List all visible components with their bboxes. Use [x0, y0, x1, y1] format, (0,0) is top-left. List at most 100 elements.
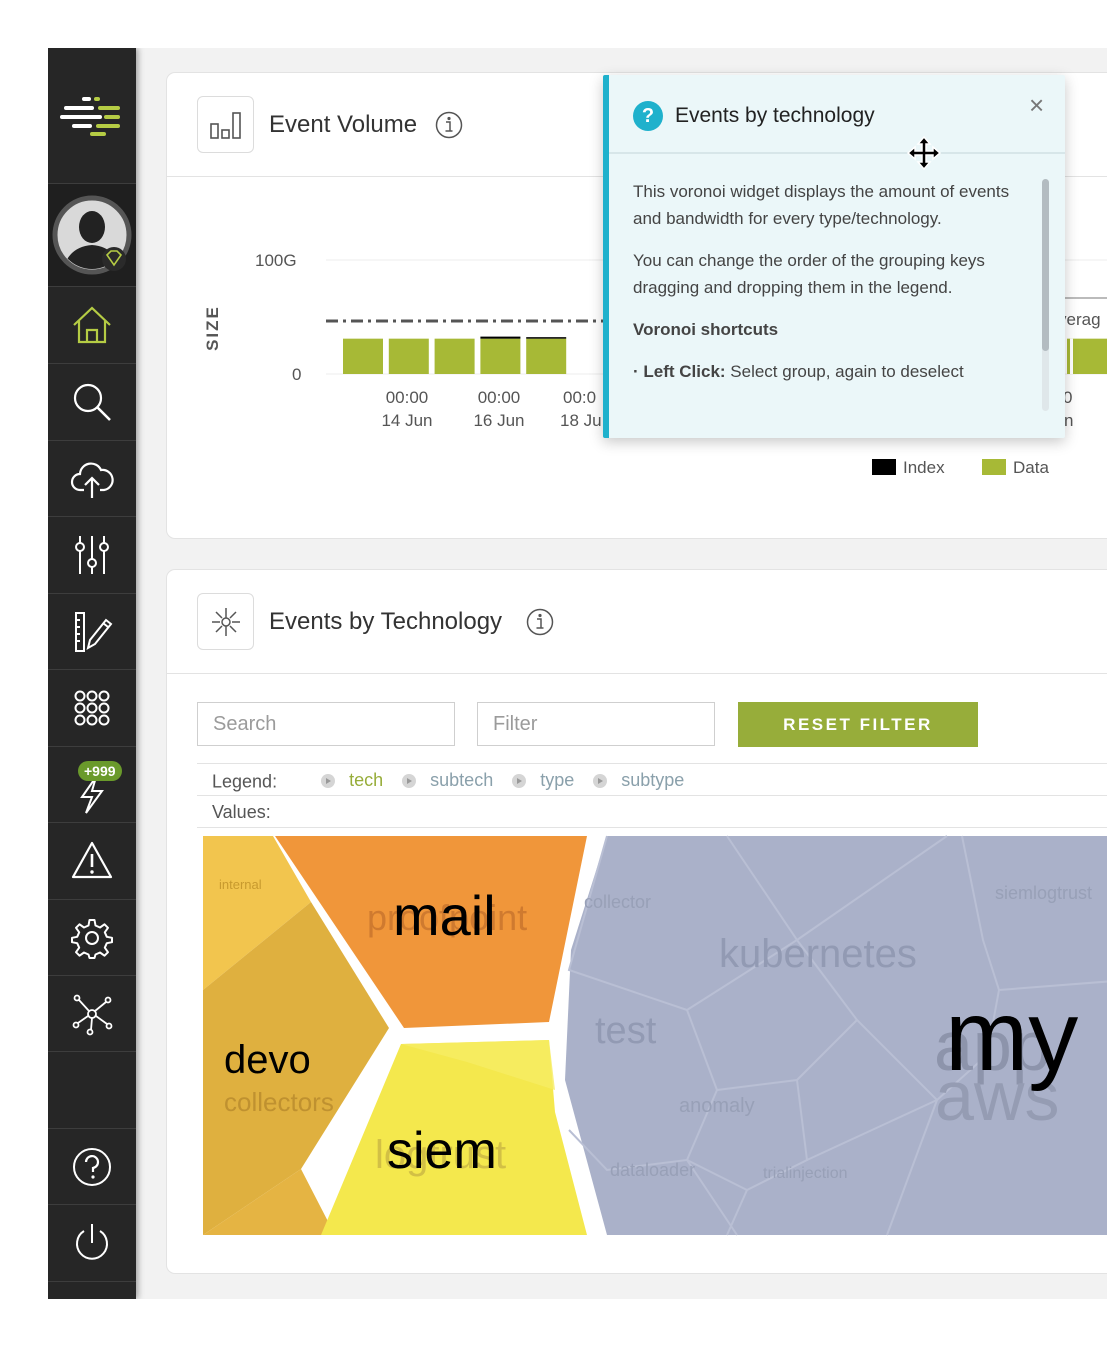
reset-filter-button[interactable]: RESET FILTER [738, 702, 978, 747]
x-tick-date: 14 Jun [381, 411, 432, 430]
label-dataloader: dataloader [610, 1160, 695, 1180]
label-collectors: collectors [224, 1087, 334, 1117]
tooltip-paragraph: You can change the order of the grouping… [633, 251, 985, 297]
label-my: my [945, 980, 1078, 1092]
events-by-technology-widget: Events by Technology RESET FILTER Legend… [167, 570, 1107, 1273]
sidebar-spacer [48, 1052, 136, 1129]
close-icon[interactable]: × [1029, 90, 1044, 121]
sidebar-item-home[interactable] [48, 287, 136, 364]
values-label: Values: [212, 802, 271, 822]
shortcut-desc: Select group, again to deselect [725, 362, 964, 381]
legend-key-subtype[interactable]: subtype [593, 764, 684, 797]
label-test: test [595, 1010, 657, 1052]
label-siem: siem [387, 1122, 497, 1180]
app-logo[interactable] [48, 48, 136, 184]
x-tick-date: 18 Ju [560, 411, 602, 430]
sidebar-item-alerts[interactable]: +999 [48, 747, 136, 823]
warning-icon [71, 841, 113, 879]
label-mail: mail [393, 884, 496, 947]
bar-data[interactable] [480, 338, 521, 374]
bar-data[interactable] [526, 338, 567, 374]
sidebar-item-apps[interactable] [48, 670, 136, 747]
drag-handle-icon [402, 773, 417, 788]
scrollbar-thumb[interactable] [1042, 179, 1049, 351]
legend-key-subtech[interactable]: subtech [402, 764, 493, 797]
move-cursor-icon [906, 135, 942, 171]
drag-handle-icon [321, 773, 336, 788]
sidebar-item-help[interactable] [48, 1129, 136, 1205]
bar-chart-icon [197, 96, 254, 153]
x-tick-time: 00:00 [478, 388, 521, 407]
sidebar-item-network[interactable] [48, 976, 136, 1052]
legend-swatch-index [872, 459, 896, 475]
events-by-tech-header: Events by Technology [167, 570, 1107, 674]
chart-legend: Index Data [872, 458, 1049, 477]
label-trialinjection: trialinjection [763, 1165, 847, 1182]
tooltip-body: This voronoi widget displays the amount … [633, 178, 1029, 400]
legend-label: Legend: [212, 771, 278, 792]
question-icon: ? [633, 101, 663, 131]
label-devo: devo [224, 1038, 311, 1082]
label-collector: collector [584, 892, 651, 912]
network-icon [72, 994, 113, 1035]
sidebar-item-warnings[interactable] [48, 823, 136, 900]
legend-bar: Legend: tech subtech type subtype [197, 763, 1107, 796]
sidebar: +999 [48, 48, 136, 1299]
sidebar-item-upload[interactable] [48, 441, 136, 517]
drag-handle-icon [512, 773, 527, 788]
search-icon [73, 383, 111, 421]
widget-title: Events by Technology [269, 608, 503, 635]
legend-key-tech[interactable]: tech [321, 764, 383, 797]
bar-gap [1070, 338, 1073, 374]
values-bar: Values: [197, 796, 1107, 828]
label-siemlogtrust: siemlogtrust [995, 883, 1092, 903]
bar-data[interactable] [434, 338, 475, 374]
help-tooltip[interactable]: ? Events by technology × This voronoi wi… [603, 75, 1065, 438]
sidebar-item-settings[interactable] [48, 900, 136, 976]
tooltip-header[interactable]: ? Events by technology × [609, 75, 1065, 171]
tooltip-scrollbar[interactable] [1042, 179, 1049, 411]
avatar [52, 195, 132, 275]
bar-index[interactable] [480, 336, 521, 339]
sliders-icon [75, 536, 109, 574]
legend-key-type[interactable]: type [512, 764, 574, 797]
gear-icon [71, 918, 113, 959]
filter-input[interactable] [477, 702, 715, 746]
tooltip-title: Events by technology [675, 104, 875, 127]
apps-grid-icon [74, 690, 110, 726]
sidebar-item-search[interactable] [48, 364, 136, 441]
x-tick-0: 00:00 14 Jun [381, 388, 432, 430]
power-icon [76, 1224, 108, 1260]
legend-label-index: Index [903, 458, 945, 477]
x-tick-date: n [1064, 411, 1073, 430]
drag-handle-icon [593, 773, 608, 788]
y-tick-0: 0 [292, 365, 301, 384]
help-icon [73, 1147, 111, 1186]
y-axis-label: SIZE [203, 305, 222, 351]
search-input[interactable] [197, 702, 455, 746]
voronoi-icon [197, 593, 254, 650]
shortcuts-title: Voronoi shortcuts [633, 320, 779, 339]
bar-data[interactable] [343, 338, 383, 374]
x-tick-time: 00:0 [563, 388, 596, 407]
info-icon[interactable] [435, 111, 463, 139]
x-tick-2: 00:0 18 Ju [560, 388, 602, 430]
label-internal: internal [219, 877, 262, 892]
shortcut-item: · Left Click: Select group, again to des… [633, 358, 1029, 385]
info-icon[interactable] [526, 608, 554, 636]
x-tick-1: 00:00 16 Jun [473, 388, 524, 430]
sidebar-item-logout[interactable] [48, 1205, 136, 1282]
x-tick-time: 00:00 [386, 388, 429, 407]
user-avatar[interactable] [48, 184, 136, 287]
home-icon [73, 306, 111, 344]
app-window: +999 Event Volume SIZE 100G 0 verag 00:0… [48, 48, 1107, 1299]
sidebar-item-data-settings[interactable] [48, 517, 136, 594]
tooltip-paragraph: This voronoi widget displays the amount … [633, 182, 1010, 228]
logo-icon [60, 96, 120, 136]
widget-title: Event Volume [269, 111, 418, 138]
legend-label-data: Data [1013, 458, 1049, 477]
bar-index[interactable] [526, 337, 567, 339]
sidebar-item-editor[interactable] [48, 594, 136, 670]
bar-data[interactable] [388, 338, 429, 374]
label-kubernetes: kubernetes [719, 932, 917, 976]
